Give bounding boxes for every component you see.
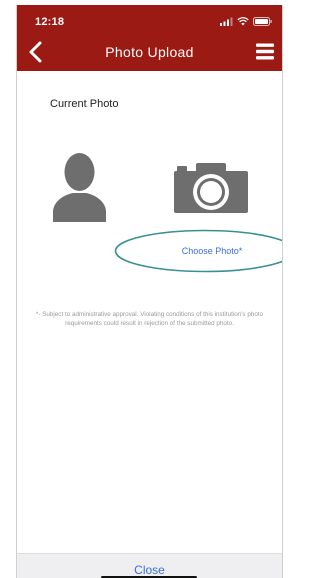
hamburger-menu-icon [256, 43, 274, 60]
navigation-bar: Photo Upload [17, 33, 282, 71]
status-bar: 12:18 [17, 5, 282, 33]
close-button[interactable]: Close [17, 563, 282, 577]
screenshot-canvas: 12:18 Photo Upload Current Photo Choose … [0, 0, 298, 578]
status-icons [220, 15, 272, 27]
choose-photo-link[interactable]: Choose Photo* [167, 246, 257, 256]
cellular-signal-icon [220, 17, 233, 26]
app-screen: 12:18 Photo Upload Current Photo Choose … [16, 5, 283, 578]
wifi-icon [237, 16, 249, 25]
current-photo-label: Current Photo [50, 98, 119, 110]
status-time: 12:18 [35, 16, 65, 28]
camera-icon[interactable] [174, 163, 248, 213]
disclaimer-text: *- Subject to administrative approval. V… [35, 311, 264, 327]
battery-icon [253, 16, 272, 26]
bottom-toolbar: Close [17, 553, 282, 578]
person-silhouette-icon [53, 153, 106, 222]
menu-button[interactable] [256, 43, 274, 60]
page-title: Photo Upload [105, 44, 194, 60]
